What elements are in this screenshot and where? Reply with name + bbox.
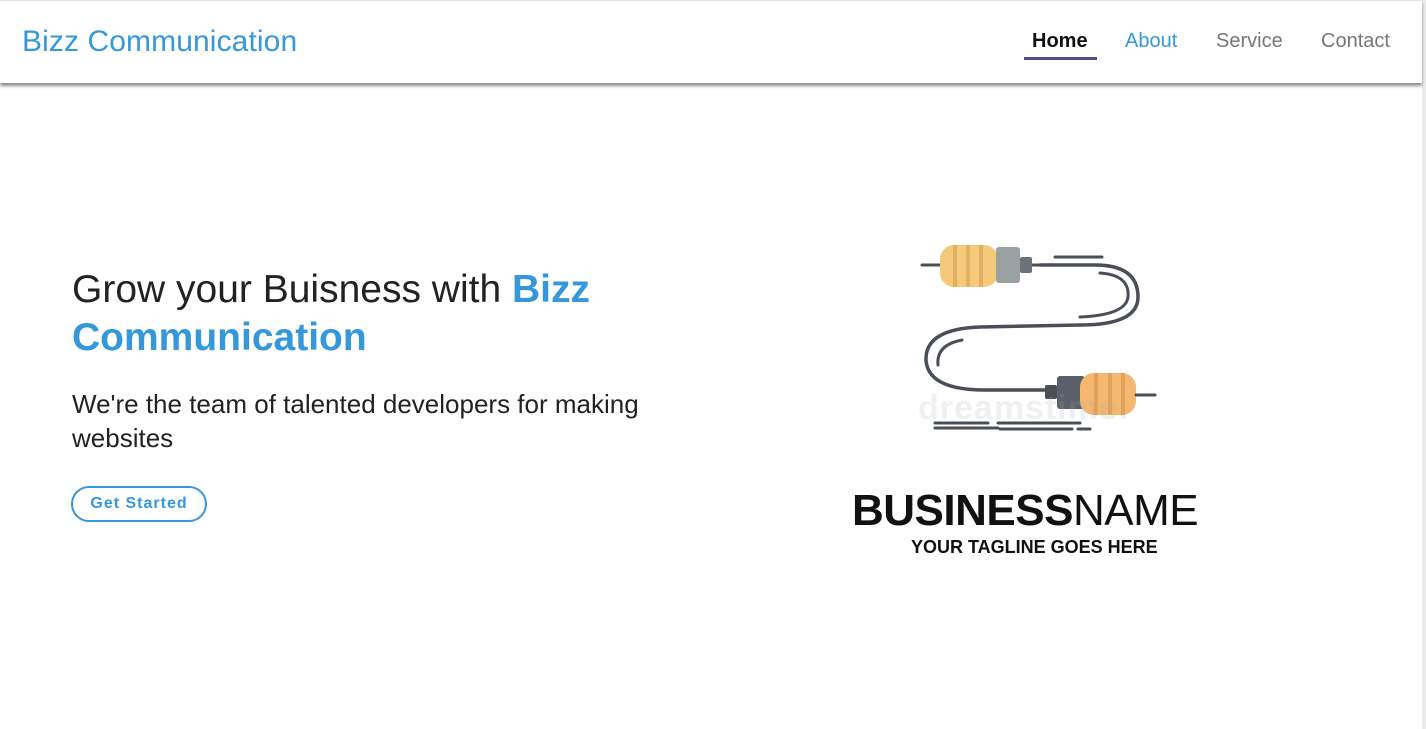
hero-title: Grow your Buisness with Bizz Communicati… [72, 266, 712, 362]
logo-name-light: NAME [1072, 486, 1199, 535]
logo-business-name: BUSINESSNAME [852, 487, 1252, 535]
watermark-text: dreamstime. [918, 389, 1130, 427]
hero-subtitle: We're the team of talented developers fo… [72, 389, 639, 453]
window-scrollbar-edge [1422, 0, 1426, 729]
nav-item-home[interactable]: Home [1024, 30, 1097, 60]
nav-item-about[interactable]: About [1125, 30, 1177, 53]
business-logo-image: dreamstime. BUSINESSNAME YOUR TAGLINE GO… [840, 225, 1240, 570]
nav-item-contact[interactable]: Contact [1321, 30, 1390, 53]
main-nav: Home About Service Contact [0, 30, 1422, 70]
nav-item-service[interactable]: Service [1216, 30, 1283, 53]
logo-name-bold: BUSINESS [852, 486, 1073, 535]
top-navbar: Bizz Communication Home About Service Co… [0, 0, 1422, 83]
logo-tagline: YOUR TAGLINE GOES HERE [911, 537, 1158, 557]
hero-title-prefix: Grow your Buisness with [72, 268, 512, 311]
get-started-button[interactable]: Get Started [71, 486, 207, 522]
